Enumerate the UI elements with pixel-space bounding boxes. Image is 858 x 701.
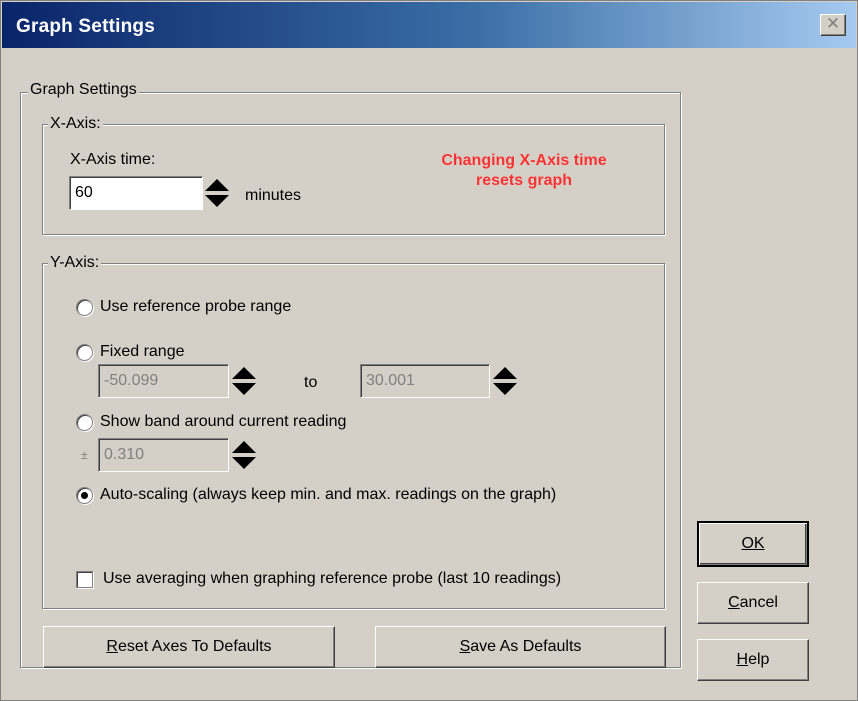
x-axis-time-value: 60 [75, 184, 93, 201]
save-accel-key: S [459, 638, 471, 655]
reference-range-radio[interactable] [76, 299, 93, 316]
fixed-min-input[interactable]: -50.099 [98, 364, 229, 398]
reset-label-rest: eset Axes To Defaults [117, 638, 272, 655]
averaging-label[interactable]: Use averaging when graphing reference pr… [103, 570, 561, 588]
x-axis-group-label: X-Axis: [48, 115, 103, 133]
x-axis-warning-line1: Changing X-Axis time [441, 152, 607, 169]
graph-settings-group-label: Graph Settings [28, 81, 139, 99]
x-axis-time-label: X-Axis time: [70, 151, 156, 168]
fixed-min-value: -50.099 [104, 372, 159, 389]
graph-settings-dialog: Graph Settings ✕ Graph Settings X-Axis: … [0, 0, 858, 701]
ok-button[interactable]: OK [697, 521, 809, 567]
fixed-max-input[interactable]: 30.001 [360, 364, 490, 398]
ok-label: OK [741, 535, 765, 552]
x-axis-time-input[interactable]: 60 [69, 176, 203, 210]
averaging-checkbox[interactable] [76, 571, 93, 588]
fixed-max-value: 30.001 [366, 372, 415, 389]
plus-minus-symbol: ± [81, 448, 88, 462]
reset-axes-button[interactable]: Reset Axes To Defaults [43, 626, 335, 668]
auto-scaling-label[interactable]: Auto-scaling (always keep min. and max. … [100, 486, 556, 504]
reference-range-label[interactable]: Use reference probe range [100, 298, 291, 316]
fixed-range-label[interactable]: Fixed range [100, 343, 185, 361]
help-button[interactable]: Help [697, 639, 809, 681]
fixed-max-spinner[interactable] [491, 364, 519, 398]
window-title: Graph Settings [16, 16, 155, 37]
save-defaults-button[interactable]: Save As Defaults [375, 626, 666, 668]
title-bar[interactable]: Graph Settings ✕ [2, 2, 856, 48]
band-value: 0.310 [104, 446, 145, 463]
save-label-rest: ave As Defaults [470, 638, 582, 655]
y-axis-group-label: Y-Axis: [48, 254, 102, 272]
cancel-accel-key: C [728, 594, 740, 611]
fixed-min-spinner[interactable] [230, 364, 258, 398]
fixed-range-radio[interactable] [76, 344, 93, 361]
reset-accel-key: R [106, 638, 118, 655]
band-input[interactable]: 0.310 [98, 438, 229, 472]
band-spinner[interactable] [230, 438, 258, 472]
band-label[interactable]: Show band around current reading [100, 413, 346, 431]
to-label: to [304, 374, 318, 391]
band-radio[interactable] [76, 414, 93, 431]
x-axis-unit-label: minutes [245, 187, 302, 204]
cancel-button[interactable]: Cancel [697, 582, 809, 624]
x-axis-time-spinner[interactable] [203, 176, 231, 210]
x-axis-warning-line2: resets graph [475, 172, 573, 189]
close-icon[interactable]: ✕ [820, 14, 846, 36]
help-label-rest: elp [748, 651, 770, 668]
auto-scaling-radio[interactable] [76, 487, 93, 504]
cancel-label-rest: ancel [739, 594, 778, 611]
x-axis-warning: Changing X-Axis time resets graph [399, 151, 649, 191]
help-accel-key: H [736, 651, 749, 668]
